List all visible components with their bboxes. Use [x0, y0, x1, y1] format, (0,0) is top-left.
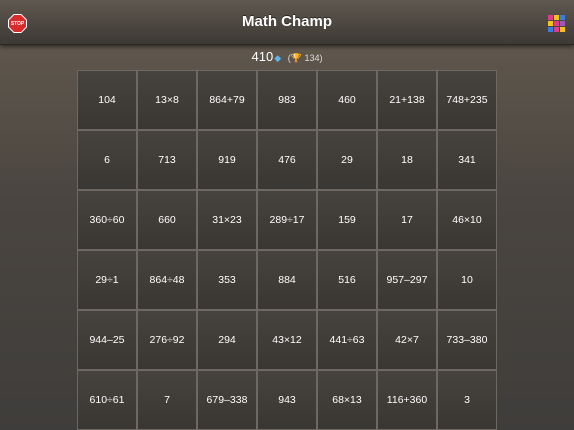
board-tile[interactable]: 46×10	[437, 190, 497, 250]
score-display: 410◆ (🏆 134)	[0, 49, 574, 64]
board-tile[interactable]: 43×12	[257, 310, 317, 370]
board-tile[interactable]: 276÷92	[137, 310, 197, 370]
best-score-value: 134)	[304, 53, 323, 63]
game-board: 104 13×8 864+79 983 460 21+138 748+235 6 713 919 4…	[77, 70, 497, 430]
board-tile[interactable]: 957–297	[377, 250, 437, 310]
grid-icon-square	[548, 27, 553, 32]
board-tile[interactable]: 919	[197, 130, 257, 190]
board-tile[interactable]: 6	[77, 130, 137, 190]
board-tile[interactable]: 983	[257, 70, 317, 130]
top-bar: STOP Math Champ	[0, 0, 574, 45]
board-tile[interactable]: 42×7	[377, 310, 437, 370]
board-tile[interactable]: 17	[377, 190, 437, 250]
score-value: 410	[251, 49, 274, 64]
app-title: Math Champ	[242, 13, 332, 30]
diamond-icon: ◆	[274, 53, 282, 63]
board-tile[interactable]: 13×8	[137, 70, 197, 130]
board-tile[interactable]: 10	[437, 250, 497, 310]
board-tile[interactable]: 21+138	[377, 70, 437, 130]
grid-icon-square	[554, 15, 559, 20]
board-tile[interactable]: 748+235	[437, 70, 497, 130]
board-tile[interactable]: 864+79	[197, 70, 257, 130]
board-tile[interactable]: 29÷1	[77, 250, 137, 310]
board-tile[interactable]: 679–338	[197, 370, 257, 430]
grid-icon-square	[548, 21, 553, 26]
board-tile[interactable]: 3	[437, 370, 497, 430]
board-tile[interactable]: 29	[317, 130, 377, 190]
grid-icon-square	[560, 15, 565, 20]
best-score: (🏆 134)	[288, 53, 323, 63]
board-tile[interactable]: 104	[77, 70, 137, 130]
board-tile[interactable]: 660	[137, 190, 197, 250]
board-tile[interactable]: 943	[257, 370, 317, 430]
grid-icon-square	[554, 27, 559, 32]
board-tile[interactable]: 441÷63	[317, 310, 377, 370]
board-tile[interactable]: 610÷61	[77, 370, 137, 430]
board-tile[interactable]: 733–380	[437, 310, 497, 370]
board-tile[interactable]: 7	[137, 370, 197, 430]
board-tile[interactable]: 713	[137, 130, 197, 190]
grid-icon-square	[548, 15, 553, 20]
board-tile[interactable]: 884	[257, 250, 317, 310]
board-tile[interactable]: 289÷17	[257, 190, 317, 250]
board-tile[interactable]: 516	[317, 250, 377, 310]
board-tile[interactable]: 116+360	[377, 370, 437, 430]
grid-icon-square	[554, 21, 559, 26]
board-tile[interactable]: 460	[317, 70, 377, 130]
board-tile[interactable]: 31×23	[197, 190, 257, 250]
board-tile[interactable]: 944–25	[77, 310, 137, 370]
board-tile[interactable]: 18	[377, 130, 437, 190]
board-tile[interactable]: 294	[197, 310, 257, 370]
board-tile[interactable]: 159	[317, 190, 377, 250]
grid-icon-square	[560, 21, 565, 26]
grid-icon-square	[560, 27, 565, 32]
board-tile[interactable]: 68×13	[317, 370, 377, 430]
trophy-icon: 🏆	[290, 53, 302, 63]
board-tile[interactable]: 341	[437, 130, 497, 190]
board-tile[interactable]: 353	[197, 250, 257, 310]
board-tile[interactable]: 476	[257, 130, 317, 190]
color-grid-menu-icon[interactable]	[548, 15, 565, 32]
board-tile[interactable]: 864÷48	[137, 250, 197, 310]
board-tile[interactable]: 360÷60	[77, 190, 137, 250]
